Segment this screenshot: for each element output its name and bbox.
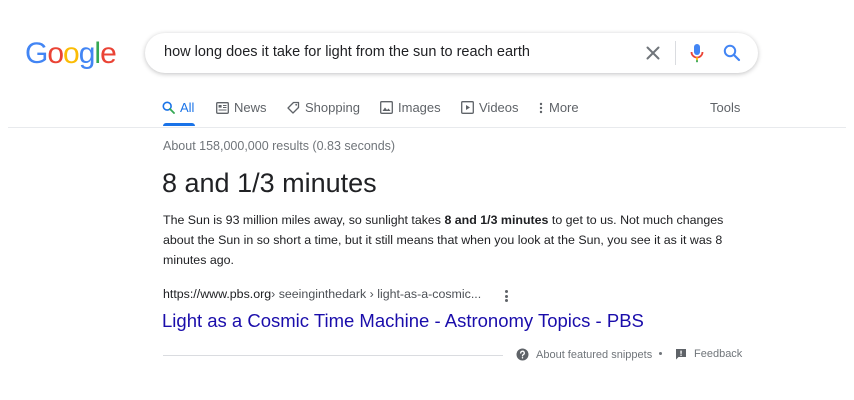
search-divider bbox=[675, 41, 676, 65]
result-menu-icon[interactable] bbox=[500, 289, 512, 303]
tab-all[interactable]: All bbox=[162, 100, 194, 115]
tools-button[interactable]: Tools bbox=[710, 100, 740, 115]
microphone-icon[interactable] bbox=[687, 43, 707, 63]
google-logo[interactable]: Google bbox=[25, 38, 117, 70]
news-icon bbox=[216, 101, 229, 114]
tab-more[interactable]: More bbox=[538, 100, 579, 115]
about-featured-snippets-link[interactable]: About featured snippets bbox=[516, 348, 652, 361]
result-stats: About 158,000,000 results (0.83 seconds) bbox=[163, 139, 396, 153]
active-tab-indicator bbox=[163, 123, 195, 126]
snippet-footer-divider bbox=[163, 355, 503, 356]
image-icon bbox=[380, 101, 393, 114]
search-tabs: All News Shopping Images Videos More Too… bbox=[162, 98, 752, 128]
more-vert-icon bbox=[539, 102, 543, 113]
footer-separator bbox=[659, 352, 662, 355]
search-icon[interactable] bbox=[722, 43, 742, 63]
result-citation[interactable]: https://www.pbs.org › seeinginthedark › … bbox=[163, 287, 481, 301]
search-icon bbox=[162, 101, 175, 114]
tab-videos[interactable]: Videos bbox=[461, 100, 519, 115]
tab-news[interactable]: News bbox=[216, 100, 267, 115]
tabs-divider bbox=[8, 127, 846, 128]
help-icon bbox=[516, 348, 529, 361]
tab-images[interactable]: Images bbox=[380, 100, 441, 115]
result-title-link[interactable]: Light as a Cosmic Time Machine - Astrono… bbox=[162, 310, 644, 332]
tag-icon bbox=[287, 101, 300, 114]
feedback-icon bbox=[676, 349, 686, 360]
featured-answer: 8 and 1/3 minutes bbox=[162, 168, 377, 198]
snippet-highlight: 8 and 1/3 minutes bbox=[444, 213, 549, 227]
citation-url: https://www.pbs.org bbox=[163, 287, 272, 301]
search-input[interactable]: how long does it take for light from the… bbox=[164, 44, 530, 60]
tab-shopping[interactable]: Shopping bbox=[287, 100, 360, 115]
clear-icon[interactable] bbox=[643, 43, 663, 63]
video-icon bbox=[461, 101, 474, 114]
feedback-link[interactable]: Feedback bbox=[675, 348, 742, 360]
search-box[interactable]: how long does it take for light from the… bbox=[145, 33, 758, 73]
citation-path: › seeinginthedark › light-as-a-cosmic... bbox=[271, 287, 482, 301]
snippet-text: The Sun is 93 million miles away, so sun… bbox=[163, 213, 724, 267]
